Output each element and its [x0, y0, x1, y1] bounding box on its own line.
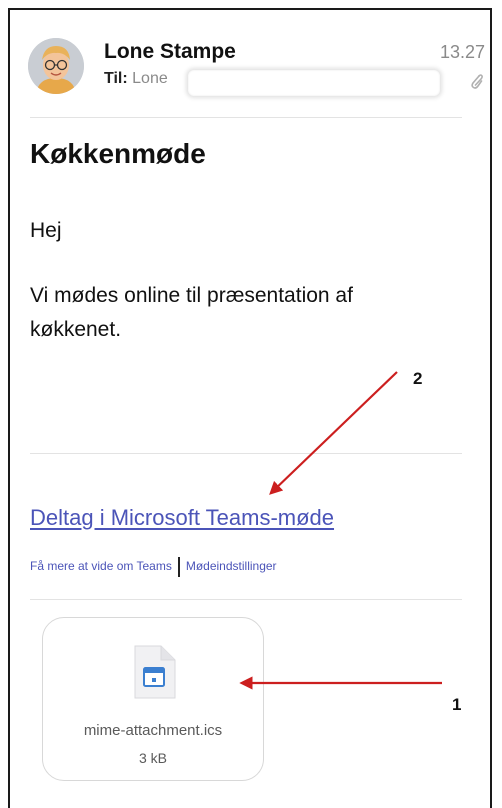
annotation-label-2: 2	[413, 369, 423, 388]
annotation-arrows	[239, 371, 442, 690]
arrow-2	[269, 371, 398, 495]
annotation-label-1: 1	[452, 695, 462, 714]
